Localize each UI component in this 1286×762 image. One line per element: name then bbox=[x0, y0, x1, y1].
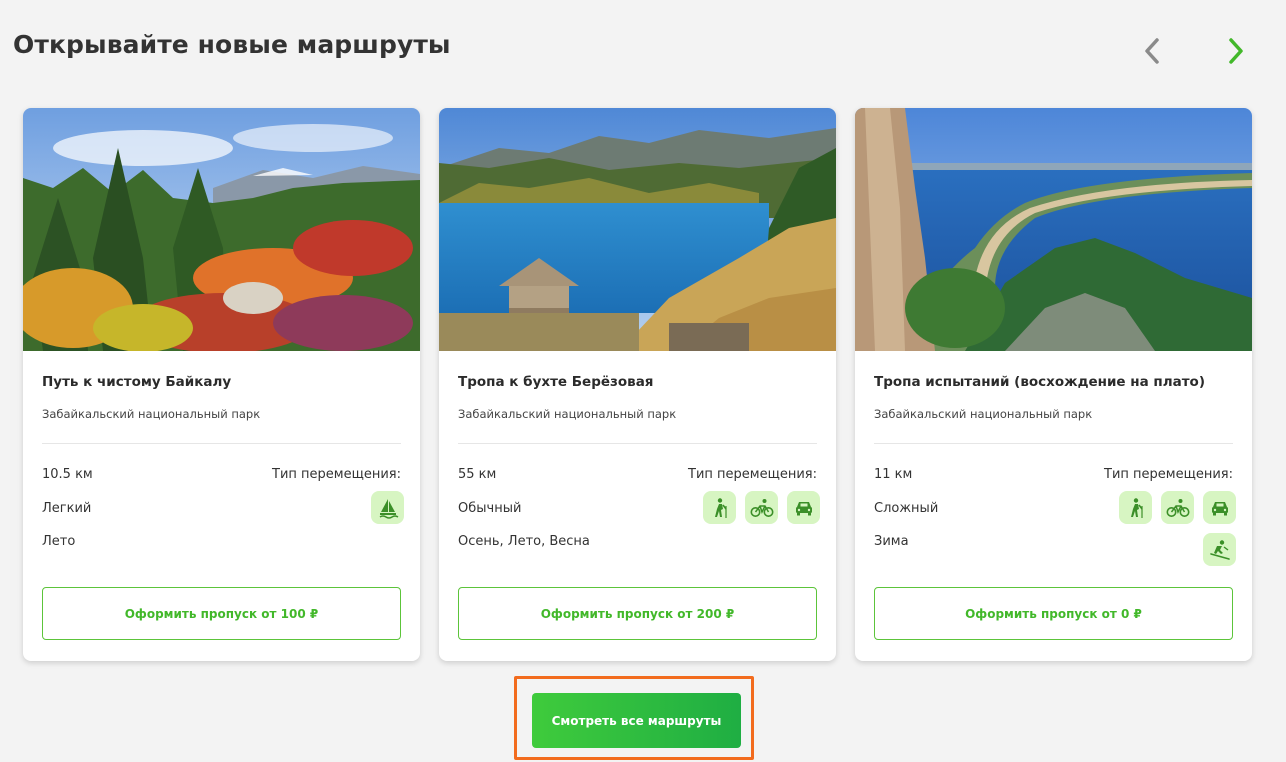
skier-icon bbox=[1203, 533, 1236, 566]
get-pass-button[interactable]: Оформить пропуск от 200 ₽ bbox=[458, 587, 817, 640]
route-season: Осень, Лето, Весна bbox=[458, 534, 590, 549]
route-season: Лето bbox=[42, 534, 76, 549]
card-divider bbox=[42, 443, 401, 444]
movement-icons bbox=[1101, 491, 1236, 566]
sailboat-icon bbox=[371, 491, 404, 524]
route-card[interactable]: Тропа испытаний (восхождение на плато) З… bbox=[855, 108, 1252, 661]
park-name: Забайкальский национальный парк bbox=[42, 407, 261, 421]
hiker-icon bbox=[1119, 491, 1152, 524]
movement-type-label: Тип перемещения: bbox=[272, 467, 401, 482]
hiker-icon bbox=[703, 491, 736, 524]
movement-icons bbox=[269, 491, 404, 524]
route-title[interactable]: Путь к чистому Байкалу bbox=[42, 374, 231, 390]
park-name: Забайкальский национальный парк bbox=[874, 407, 1093, 421]
chevron-right-icon bbox=[1229, 38, 1243, 64]
route-card[interactable]: Тропа к бухте Берёзовая Забайкальский на… bbox=[439, 108, 836, 661]
route-title[interactable]: Тропа испытаний (восхождение на плато) bbox=[874, 374, 1205, 390]
route-card[interactable]: Путь к чистому Байкалу Забайкальский нац… bbox=[23, 108, 420, 661]
view-all-routes-button[interactable]: Смотреть все маршруты bbox=[532, 693, 741, 748]
route-distance: 55 км bbox=[458, 467, 497, 482]
movement-type-label: Тип перемещения: bbox=[688, 467, 817, 482]
bicycle-icon bbox=[745, 491, 778, 524]
get-pass-button[interactable]: Оформить пропуск от 100 ₽ bbox=[42, 587, 401, 640]
movement-type-label: Тип перемещения: bbox=[1104, 467, 1233, 482]
route-season: Зима bbox=[874, 534, 909, 549]
car-icon bbox=[787, 491, 820, 524]
carousel-next-button[interactable] bbox=[1221, 34, 1251, 68]
route-photo-autumn-forest[interactable] bbox=[23, 108, 420, 351]
route-photo-bay-gazebo[interactable] bbox=[439, 108, 836, 351]
card-divider bbox=[458, 443, 817, 444]
routes-section: Открывайте новые маршруты Путь к чистому… bbox=[0, 0, 1286, 762]
movement-icons bbox=[685, 491, 820, 524]
park-name: Забайкальский национальный парк bbox=[458, 407, 677, 421]
route-title[interactable]: Тропа к бухте Берёзовая bbox=[458, 374, 653, 390]
route-difficulty: Сложный bbox=[874, 501, 939, 516]
route-distance: 11 км bbox=[874, 467, 913, 482]
get-pass-button[interactable]: Оформить пропуск от 0 ₽ bbox=[874, 587, 1233, 640]
bicycle-icon bbox=[1161, 491, 1194, 524]
carousel-prev-button[interactable] bbox=[1137, 34, 1167, 68]
car-icon bbox=[1203, 491, 1236, 524]
chevron-left-icon bbox=[1145, 38, 1159, 64]
section-title: Открывайте новые маршруты bbox=[13, 30, 451, 59]
route-difficulty: Легкий bbox=[42, 501, 92, 516]
route-difficulty: Обычный bbox=[458, 501, 522, 516]
card-divider bbox=[874, 443, 1233, 444]
route-photo-cliff-lake[interactable] bbox=[855, 108, 1252, 351]
route-distance: 10.5 км bbox=[42, 467, 93, 482]
